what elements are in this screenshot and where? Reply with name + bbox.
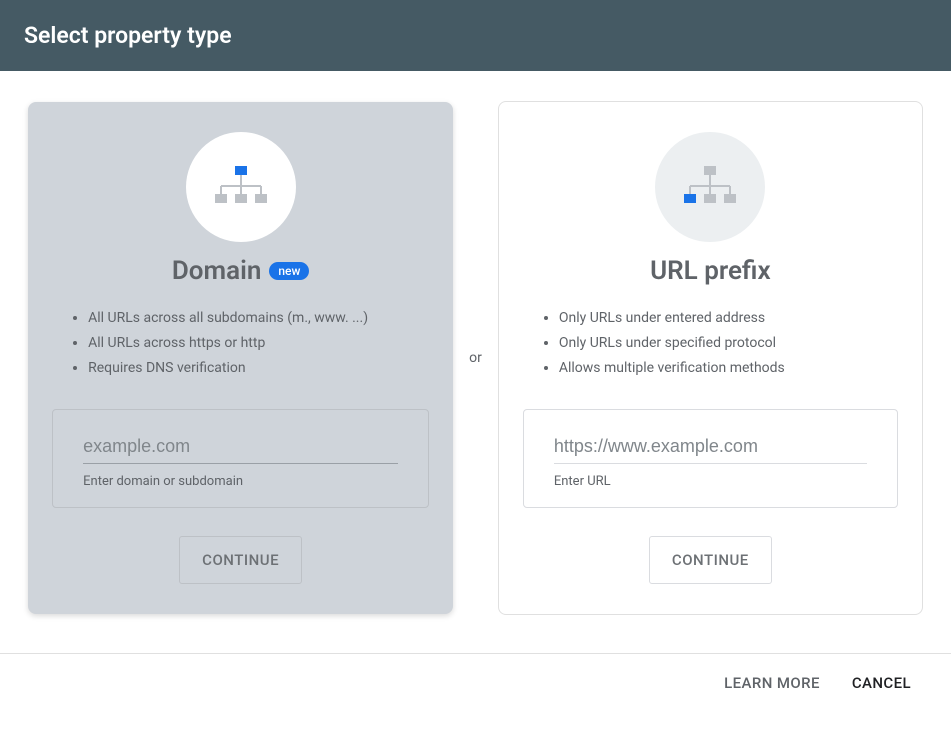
url-feature-list: Only URLs under entered address Only URL… <box>523 306 898 381</box>
url-card-title: URL prefix <box>650 256 771 286</box>
url-card-title-row: URL prefix <box>650 256 771 286</box>
domain-sitemap-icon <box>186 132 296 242</box>
list-item: Requires DNS verification <box>88 356 429 381</box>
dialog-title: Select property type <box>24 22 927 49</box>
dialog-header: Select property type <box>0 0 951 71</box>
domain-input[interactable] <box>83 432 398 464</box>
domain-card-title: Domain <box>172 256 261 286</box>
domain-property-card[interactable]: Domain new All URLs across all subdomain… <box>28 102 453 614</box>
list-item: Only URLs under entered address <box>559 306 898 331</box>
domain-card-title-row: Domain new <box>172 256 310 286</box>
list-item: All URLs across https or http <box>88 331 429 356</box>
dialog-footer: LEARN MORE CANCEL <box>0 653 951 712</box>
url-input-box: Enter URL <box>523 409 898 508</box>
domain-input-hint: Enter domain or subdomain <box>83 474 398 489</box>
list-item: Allows multiple verification methods <box>559 356 898 381</box>
url-input-hint: Enter URL <box>554 474 867 489</box>
list-item: All URLs across all subdomains (m., www.… <box>88 306 429 331</box>
new-badge: new <box>269 262 309 280</box>
learn-more-button[interactable]: LEARN MORE <box>724 674 820 692</box>
dialog-content: Domain new All URLs across all subdomain… <box>0 71 951 653</box>
domain-continue-button[interactable]: CONTINUE <box>179 536 302 584</box>
separator-or: or <box>465 350 486 366</box>
url-input[interactable] <box>554 432 867 464</box>
url-prefix-property-card[interactable]: URL prefix Only URLs under entered addre… <box>498 101 923 615</box>
domain-feature-list: All URLs across all subdomains (m., www.… <box>52 306 429 381</box>
url-sitemap-icon <box>655 132 765 242</box>
cancel-button[interactable]: CANCEL <box>852 674 911 692</box>
domain-input-box: Enter domain or subdomain <box>52 409 429 508</box>
list-item: Only URLs under specified protocol <box>559 331 898 356</box>
url-continue-button[interactable]: CONTINUE <box>649 536 772 584</box>
